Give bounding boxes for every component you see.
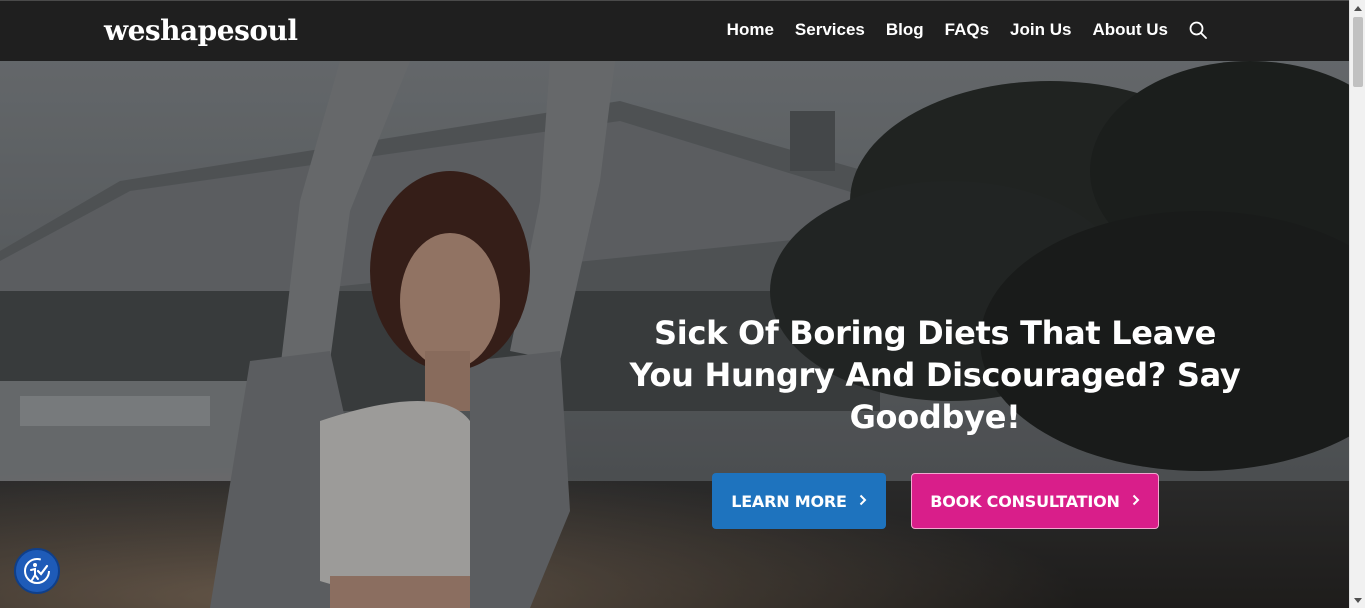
hero-headline: Sick Of Boring Diets That Leave You Hung… <box>629 314 1241 436</box>
learn-more-label: LEARN MORE <box>731 491 847 511</box>
scroll-up-arrow-icon[interactable] <box>1350 0 1365 16</box>
book-consultation-label: BOOK CONSULTATION <box>930 491 1120 511</box>
nav-about-us[interactable]: About Us <box>1092 19 1168 41</box>
main-nav: Home Services Blog FAQs Join Us About Us <box>706 19 1208 41</box>
nav-blog[interactable]: Blog <box>886 19 924 41</box>
search-icon[interactable] <box>1188 19 1208 41</box>
chevron-right-icon <box>859 492 867 510</box>
page-scrollbar[interactable] <box>1349 0 1365 608</box>
nav-home[interactable]: Home <box>727 19 774 41</box>
chevron-right-icon <box>1132 492 1140 510</box>
scroll-down-arrow-icon[interactable] <box>1350 592 1365 608</box>
learn-more-button[interactable]: LEARN MORE <box>712 473 886 529</box>
hero-section: Sick Of Boring Diets That Leave You Hung… <box>0 61 1349 608</box>
site-logo[interactable]: weshapesoul <box>104 12 298 50</box>
nav-services[interactable]: Services <box>795 19 865 41</box>
nav-faqs[interactable]: FAQs <box>945 19 989 41</box>
book-consultation-button[interactable]: BOOK CONSULTATION <box>911 473 1159 529</box>
site-header: weshapesoul Home Services Blog FAQs Join… <box>0 1 1349 61</box>
scrollbar-thumb[interactable] <box>1353 17 1363 87</box>
nav-join-us[interactable]: Join Us <box>1010 19 1071 41</box>
accessibility-icon[interactable] <box>14 548 60 594</box>
